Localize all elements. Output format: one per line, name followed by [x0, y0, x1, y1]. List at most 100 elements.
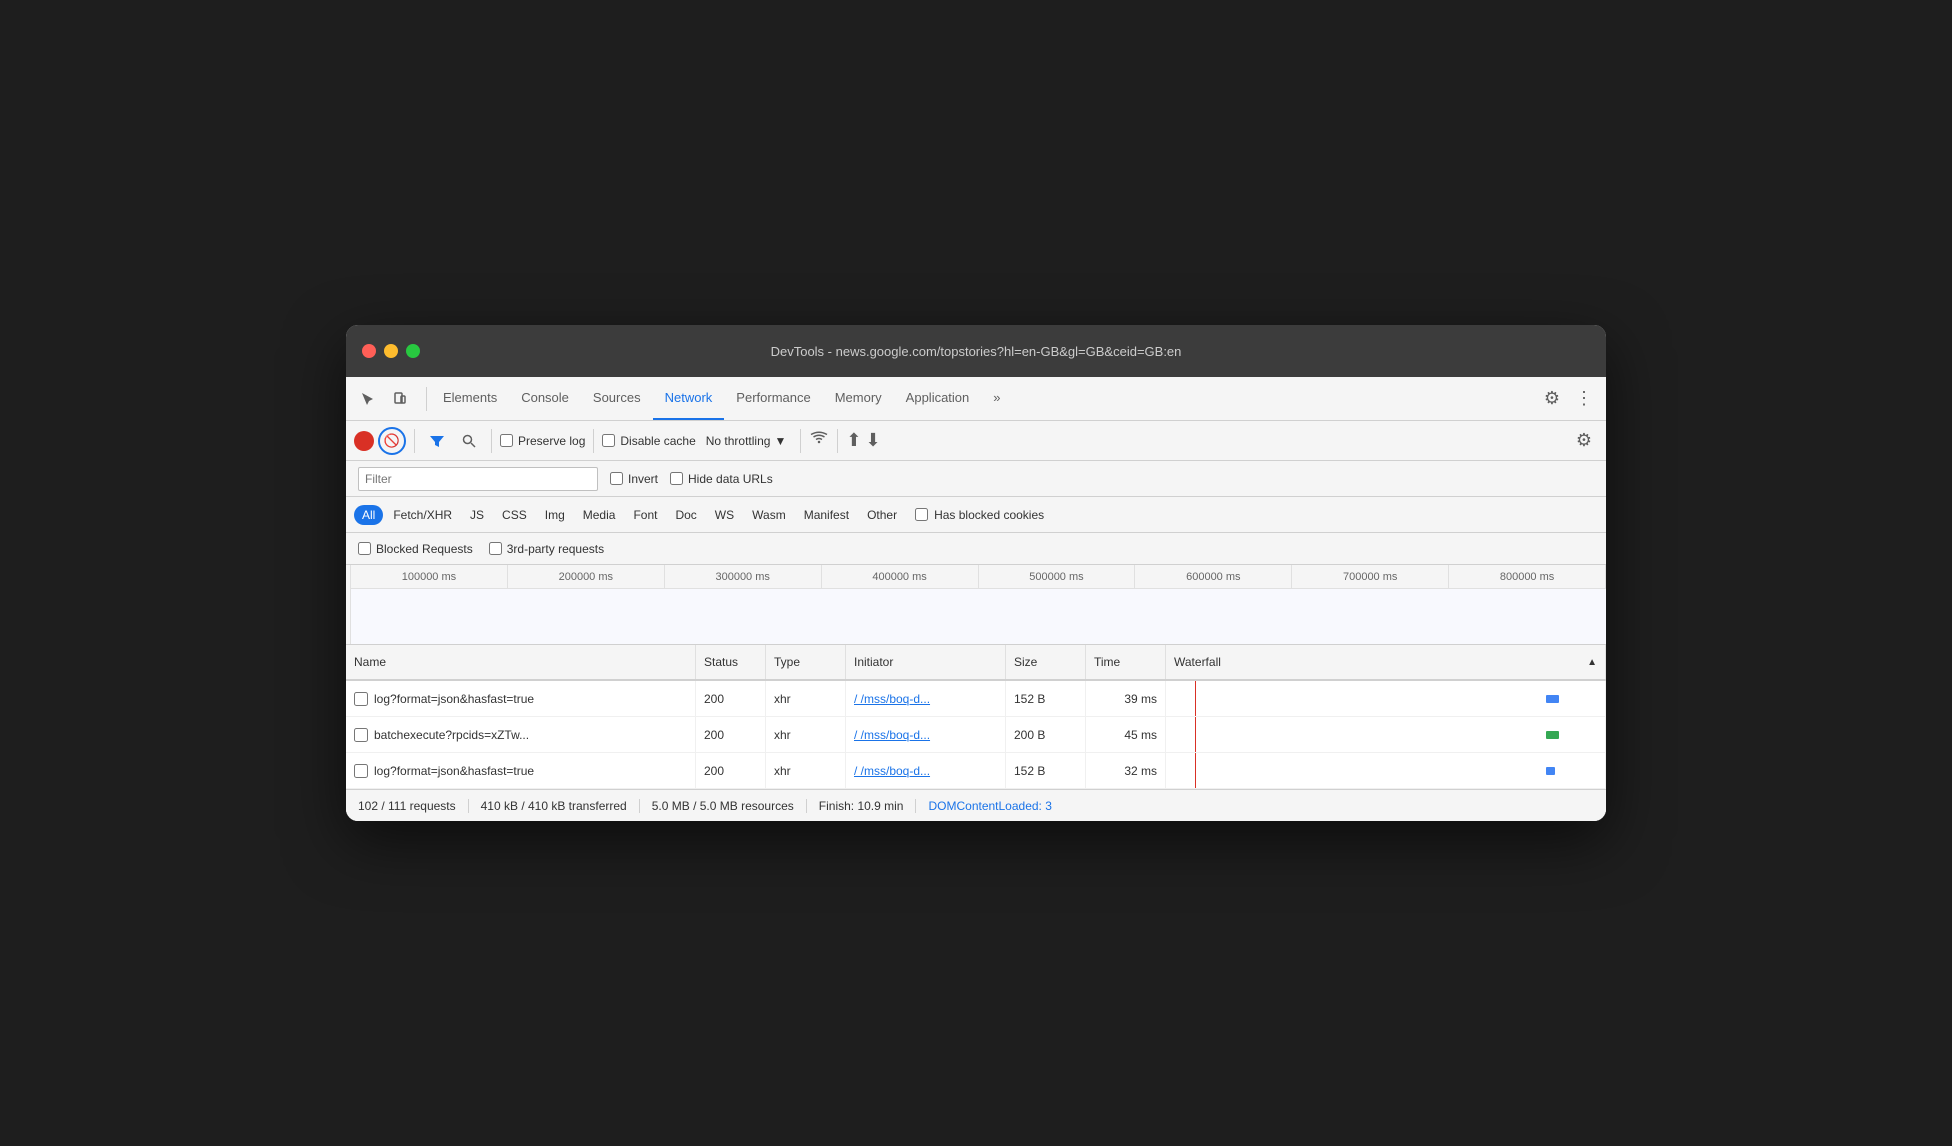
res-btn-media[interactable]: Media [575, 505, 624, 525]
hide-data-urls-checkbox[interactable]: Hide data URLs [670, 472, 773, 486]
td-size-2: 200 B [1006, 717, 1086, 752]
has-blocked-cookies-filter[interactable]: Has blocked cookies [915, 508, 1044, 522]
tabs-right-icons: ⚙ ⋮ [1538, 385, 1598, 413]
res-btn-css[interactable]: CSS [494, 505, 535, 525]
close-button[interactable] [362, 344, 376, 358]
tab-elements[interactable]: Elements [431, 377, 509, 420]
tab-performance[interactable]: Performance [724, 377, 822, 420]
tick-3: 300000 ms [665, 565, 822, 588]
wf-line-red-3 [1195, 753, 1196, 788]
blocked-requests-checkbox[interactable]: Blocked Requests [358, 542, 473, 556]
window-title: DevTools - news.google.com/topstories?hl… [771, 344, 1182, 359]
td-size-3: 152 B [1006, 753, 1086, 788]
status-dom-content: DOMContentLoaded: 3 [916, 799, 1063, 813]
network-toolbar: 🚫 Preserve log Disable cac [346, 421, 1606, 461]
res-btn-wasm[interactable]: Wasm [744, 505, 794, 525]
res-btn-all[interactable]: All [354, 505, 383, 525]
has-blocked-cookies-checkbox[interactable] [915, 508, 928, 521]
th-size[interactable]: Size [1006, 645, 1086, 679]
third-party-input[interactable] [489, 542, 502, 555]
row-checkbox-2[interactable] [354, 728, 368, 742]
minimize-button[interactable] [384, 344, 398, 358]
download-icon[interactable]: ⬇ [865, 430, 880, 451]
tick-8: 800000 ms [1449, 565, 1606, 588]
device-icon-btn[interactable] [386, 385, 414, 413]
th-status[interactable]: Status [696, 645, 766, 679]
blocked-requests-input[interactable] [358, 542, 371, 555]
td-status-3: 200 [696, 753, 766, 788]
waterfall-container-2 [1174, 717, 1597, 752]
timeline-area: 100000 ms 200000 ms 300000 ms 400000 ms … [346, 565, 1606, 645]
throttle-selector[interactable]: No throttling ▼ [700, 432, 793, 450]
td-type-2: xhr [766, 717, 846, 752]
disable-cache-checkbox[interactable]: Disable cache [602, 434, 695, 448]
tabs-list: Elements Console Sources Network Perform… [431, 377, 1538, 420]
res-btn-fetch-xhr[interactable]: Fetch/XHR [385, 505, 460, 525]
sort-arrow: ▲ [1587, 657, 1597, 668]
td-size-1: 152 B [1006, 681, 1086, 716]
search-icon-btn[interactable] [455, 427, 483, 455]
td-initiator-1[interactable]: / /mss/boq-d... [846, 681, 1006, 716]
invert-input[interactable] [610, 472, 623, 485]
tab-network[interactable]: Network [653, 377, 725, 420]
tab-more[interactable]: » [981, 377, 1012, 420]
res-btn-js[interactable]: JS [462, 505, 492, 525]
th-name[interactable]: Name [346, 645, 696, 679]
th-waterfall[interactable]: Waterfall ▲ [1166, 645, 1606, 679]
td-waterfall-2 [1166, 717, 1606, 752]
table-row[interactable]: log?format=json&hasfast=true 200 xhr / /… [346, 753, 1606, 789]
td-initiator-2[interactable]: / /mss/boq-d... [846, 717, 1006, 752]
td-initiator-3[interactable]: / /mss/boq-d... [846, 753, 1006, 788]
td-name-2: batchexecute?rpcids=xZTw... [346, 717, 696, 752]
th-type[interactable]: Type [766, 645, 846, 679]
filter-icon-btn[interactable] [423, 427, 451, 455]
toolbar-divider-3 [593, 429, 594, 453]
network-settings-icon[interactable]: ⚙ [1570, 427, 1598, 455]
table-row[interactable]: log?format=json&hasfast=true 200 xhr / /… [346, 681, 1606, 717]
record-button[interactable] [354, 431, 374, 451]
preserve-log-checkbox[interactable]: Preserve log [500, 434, 585, 448]
cursor-icon-btn[interactable] [354, 385, 382, 413]
upload-icon[interactable]: ⬆ [846, 430, 861, 451]
devtools-body: Elements Console Sources Network Perform… [346, 377, 1606, 821]
th-initiator[interactable]: Initiator [846, 645, 1006, 679]
th-time[interactable]: Time [1086, 645, 1166, 679]
disable-cache-input[interactable] [602, 434, 615, 447]
row-checkbox-1[interactable] [354, 692, 368, 706]
res-btn-font[interactable]: Font [625, 505, 665, 525]
td-waterfall-3 [1166, 753, 1606, 788]
res-btn-img[interactable]: Img [537, 505, 573, 525]
res-btn-doc[interactable]: Doc [667, 505, 704, 525]
filter-input[interactable] [358, 467, 598, 491]
devtools-window: DevTools - news.google.com/topstories?hl… [346, 325, 1606, 821]
tab-console[interactable]: Console [509, 377, 581, 420]
table-row[interactable]: batchexecute?rpcids=xZTw... 200 xhr / /m… [346, 717, 1606, 753]
clear-button[interactable]: 🚫 [378, 427, 406, 455]
third-party-checkbox[interactable]: 3rd-party requests [489, 542, 604, 556]
preserve-log-input[interactable] [500, 434, 513, 447]
tab-sources[interactable]: Sources [581, 377, 653, 420]
tick-7: 700000 ms [1292, 565, 1449, 588]
tab-application[interactable]: Application [894, 377, 982, 420]
td-status-1: 200 [696, 681, 766, 716]
row-checkbox-3[interactable] [354, 764, 368, 778]
td-name-1: log?format=json&hasfast=true [346, 681, 696, 716]
maximize-button[interactable] [406, 344, 420, 358]
toolbar-divider-2 [491, 429, 492, 453]
res-btn-manifest[interactable]: Manifest [796, 505, 857, 525]
status-transferred: 410 kB / 410 kB transferred [469, 799, 640, 813]
titlebar: DevTools - news.google.com/topstories?hl… [346, 325, 1606, 377]
hide-data-urls-input[interactable] [670, 472, 683, 485]
waterfall-container-3 [1174, 753, 1597, 788]
tick-6: 600000 ms [1135, 565, 1292, 588]
waterfall-container-1 [1174, 681, 1597, 716]
tab-memory[interactable]: Memory [823, 377, 894, 420]
res-btn-ws[interactable]: WS [707, 505, 742, 525]
res-btn-other[interactable]: Other [859, 505, 905, 525]
invert-checkbox[interactable]: Invert [610, 472, 658, 486]
wifi-icon [809, 430, 829, 451]
tick-5: 500000 ms [979, 565, 1136, 588]
settings-icon-btn[interactable]: ⚙ [1538, 385, 1566, 413]
kebab-icon-btn[interactable]: ⋮ [1570, 385, 1598, 413]
td-status-2: 200 [696, 717, 766, 752]
